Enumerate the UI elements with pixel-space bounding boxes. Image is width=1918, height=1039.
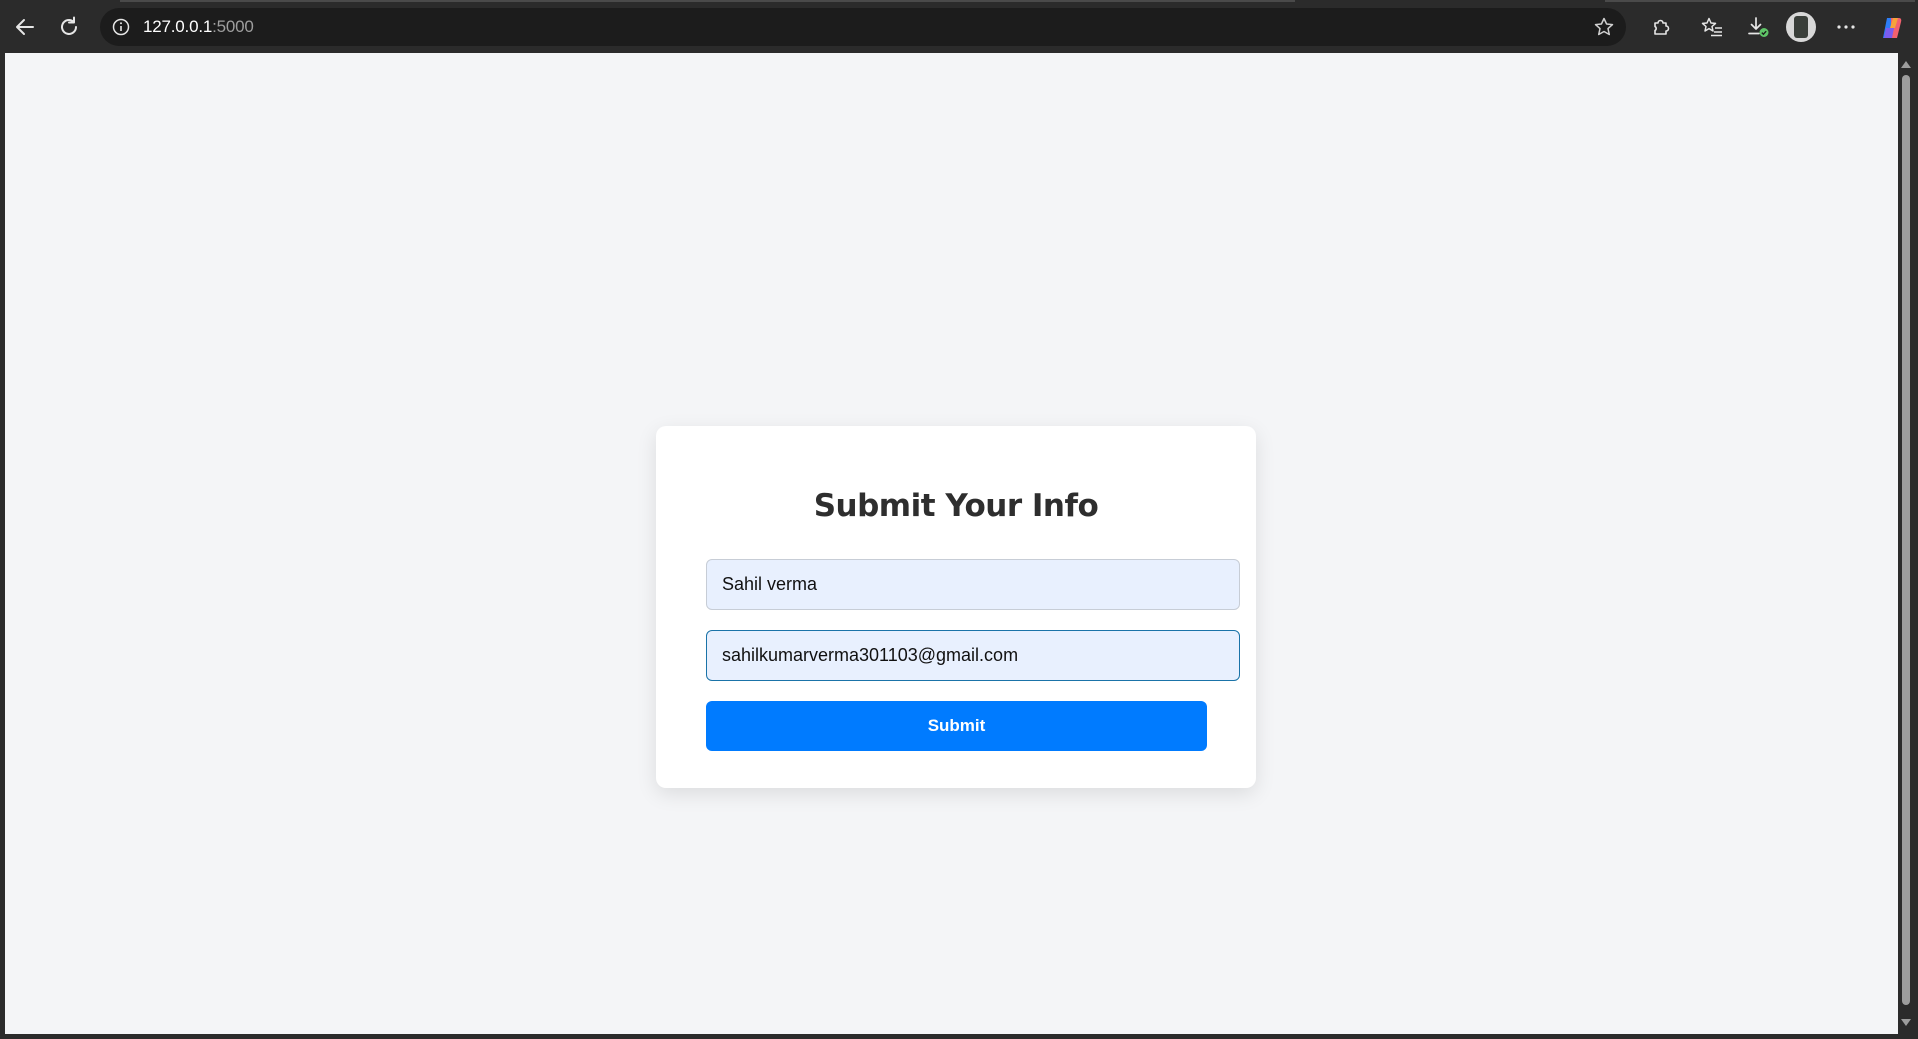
page-viewport: Submit Your Info Submit [5,53,1898,1034]
profile-avatar[interactable] [1786,12,1816,42]
reload-icon [58,16,80,38]
tab-strip-edge [120,0,1295,2]
submit-button[interactable]: Submit [706,701,1207,751]
url-host: 127.0.0.1 [143,17,213,36]
url-port: :5000 [212,17,254,36]
reload-button[interactable] [50,8,88,46]
download-icon [1746,15,1770,39]
more-icon [1836,24,1856,30]
name-input[interactable] [706,559,1240,610]
scrollbar-thumb[interactable] [1902,75,1910,1005]
address-bar[interactable]: 127.0.0.1:5000 [100,8,1626,46]
vertical-scrollbar[interactable] [1898,53,1914,1034]
favorites-button[interactable] [1693,8,1731,46]
back-button[interactable] [6,8,44,46]
puzzle-icon [1650,16,1672,38]
scroll-up-icon[interactable] [1901,61,1911,68]
tab-strip-edge [1605,0,1915,2]
copilot-icon[interactable] [1878,14,1906,42]
form-title: Submit Your Info [813,488,1099,524]
email-input[interactable] [706,630,1240,681]
downloads-button[interactable] [1739,8,1777,46]
info-form-card: Submit Your Info Submit [656,426,1256,788]
more-button[interactable] [1827,8,1865,46]
extensions-button[interactable] [1642,8,1680,46]
avatar-image [1794,16,1808,38]
back-arrow-icon [14,16,36,38]
browser-toolbar: 127.0.0.1:5000 [0,0,1918,53]
info-icon[interactable] [112,18,130,36]
star-icon[interactable] [1592,15,1616,39]
url-text[interactable]: 127.0.0.1:5000 [143,17,254,37]
favorites-list-icon [1700,16,1724,38]
scroll-down-icon[interactable] [1901,1019,1911,1026]
